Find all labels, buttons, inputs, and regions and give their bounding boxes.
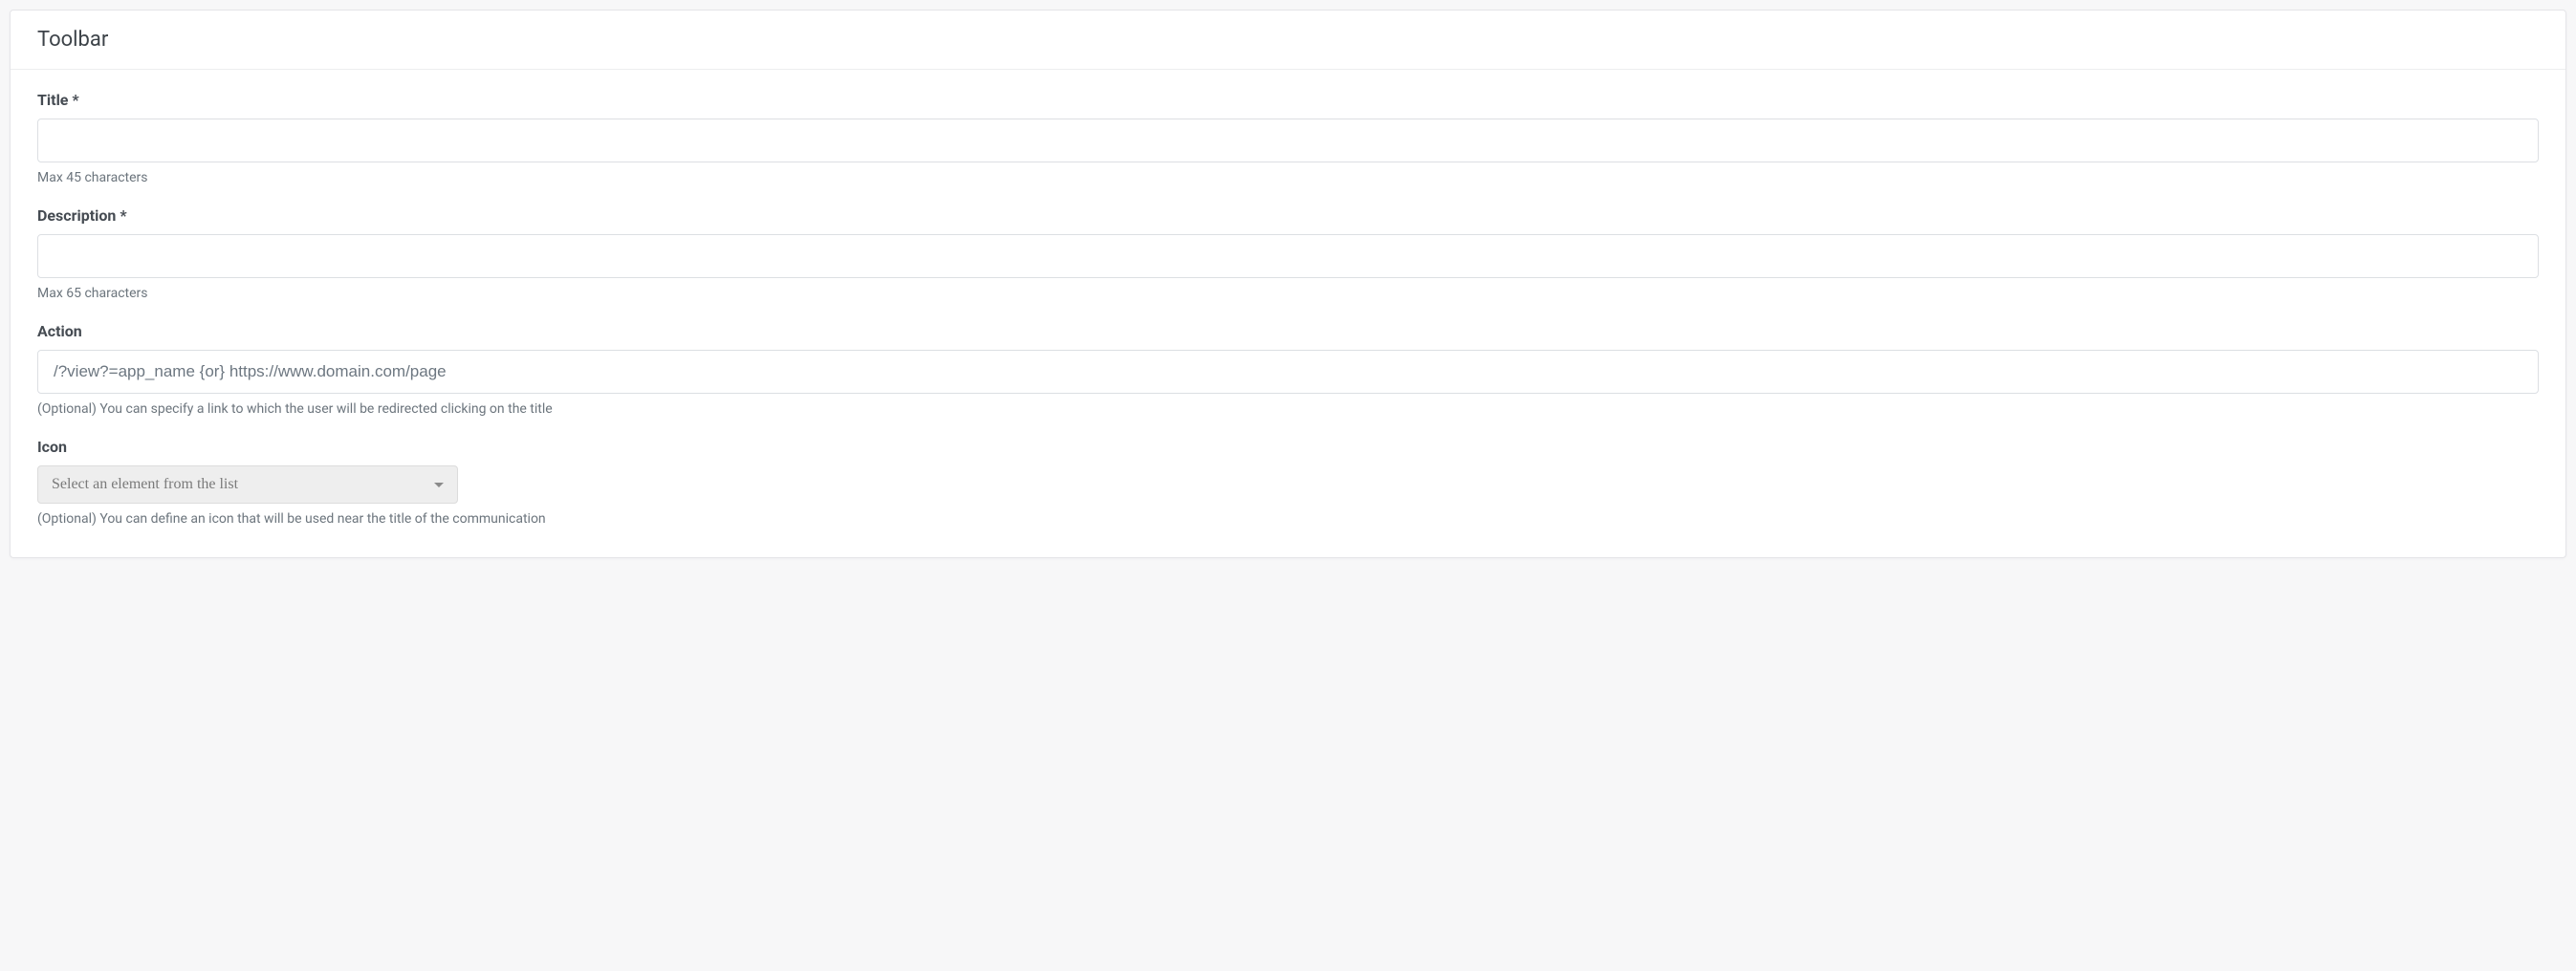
- action-label: Action: [37, 322, 2539, 340]
- action-input[interactable]: [37, 350, 2539, 394]
- description-help: Max 65 characters: [37, 286, 2539, 301]
- chevron-down-icon: [434, 483, 444, 487]
- toolbar-card: Toolbar Title * Max 45 characters Descri…: [10, 10, 2566, 558]
- icon-select-placeholder: Select an element from the list: [52, 476, 238, 493]
- description-label: Description *: [37, 206, 2539, 225]
- title-label: Title *: [37, 91, 2539, 109]
- title-input[interactable]: [37, 119, 2539, 162]
- card-body: Title * Max 45 characters Description * …: [11, 70, 2565, 557]
- icon-help: (Optional) You can define an icon that w…: [37, 511, 2539, 527]
- title-help: Max 45 characters: [37, 170, 2539, 185]
- icon-label: Icon: [37, 438, 2539, 456]
- description-group: Description * Max 65 characters: [37, 206, 2539, 301]
- title-group: Title * Max 45 characters: [37, 91, 2539, 185]
- description-input[interactable]: [37, 234, 2539, 278]
- action-help: (Optional) You can specify a link to whi…: [37, 401, 2539, 417]
- action-group: Action (Optional) You can specify a link…: [37, 322, 2539, 417]
- card-header: Toolbar: [11, 11, 2565, 70]
- card-title: Toolbar: [37, 28, 2539, 52]
- icon-select[interactable]: Select an element from the list: [37, 465, 458, 504]
- icon-select-wrap: Select an element from the list: [37, 465, 458, 504]
- icon-group: Icon Select an element from the list (Op…: [37, 438, 2539, 527]
